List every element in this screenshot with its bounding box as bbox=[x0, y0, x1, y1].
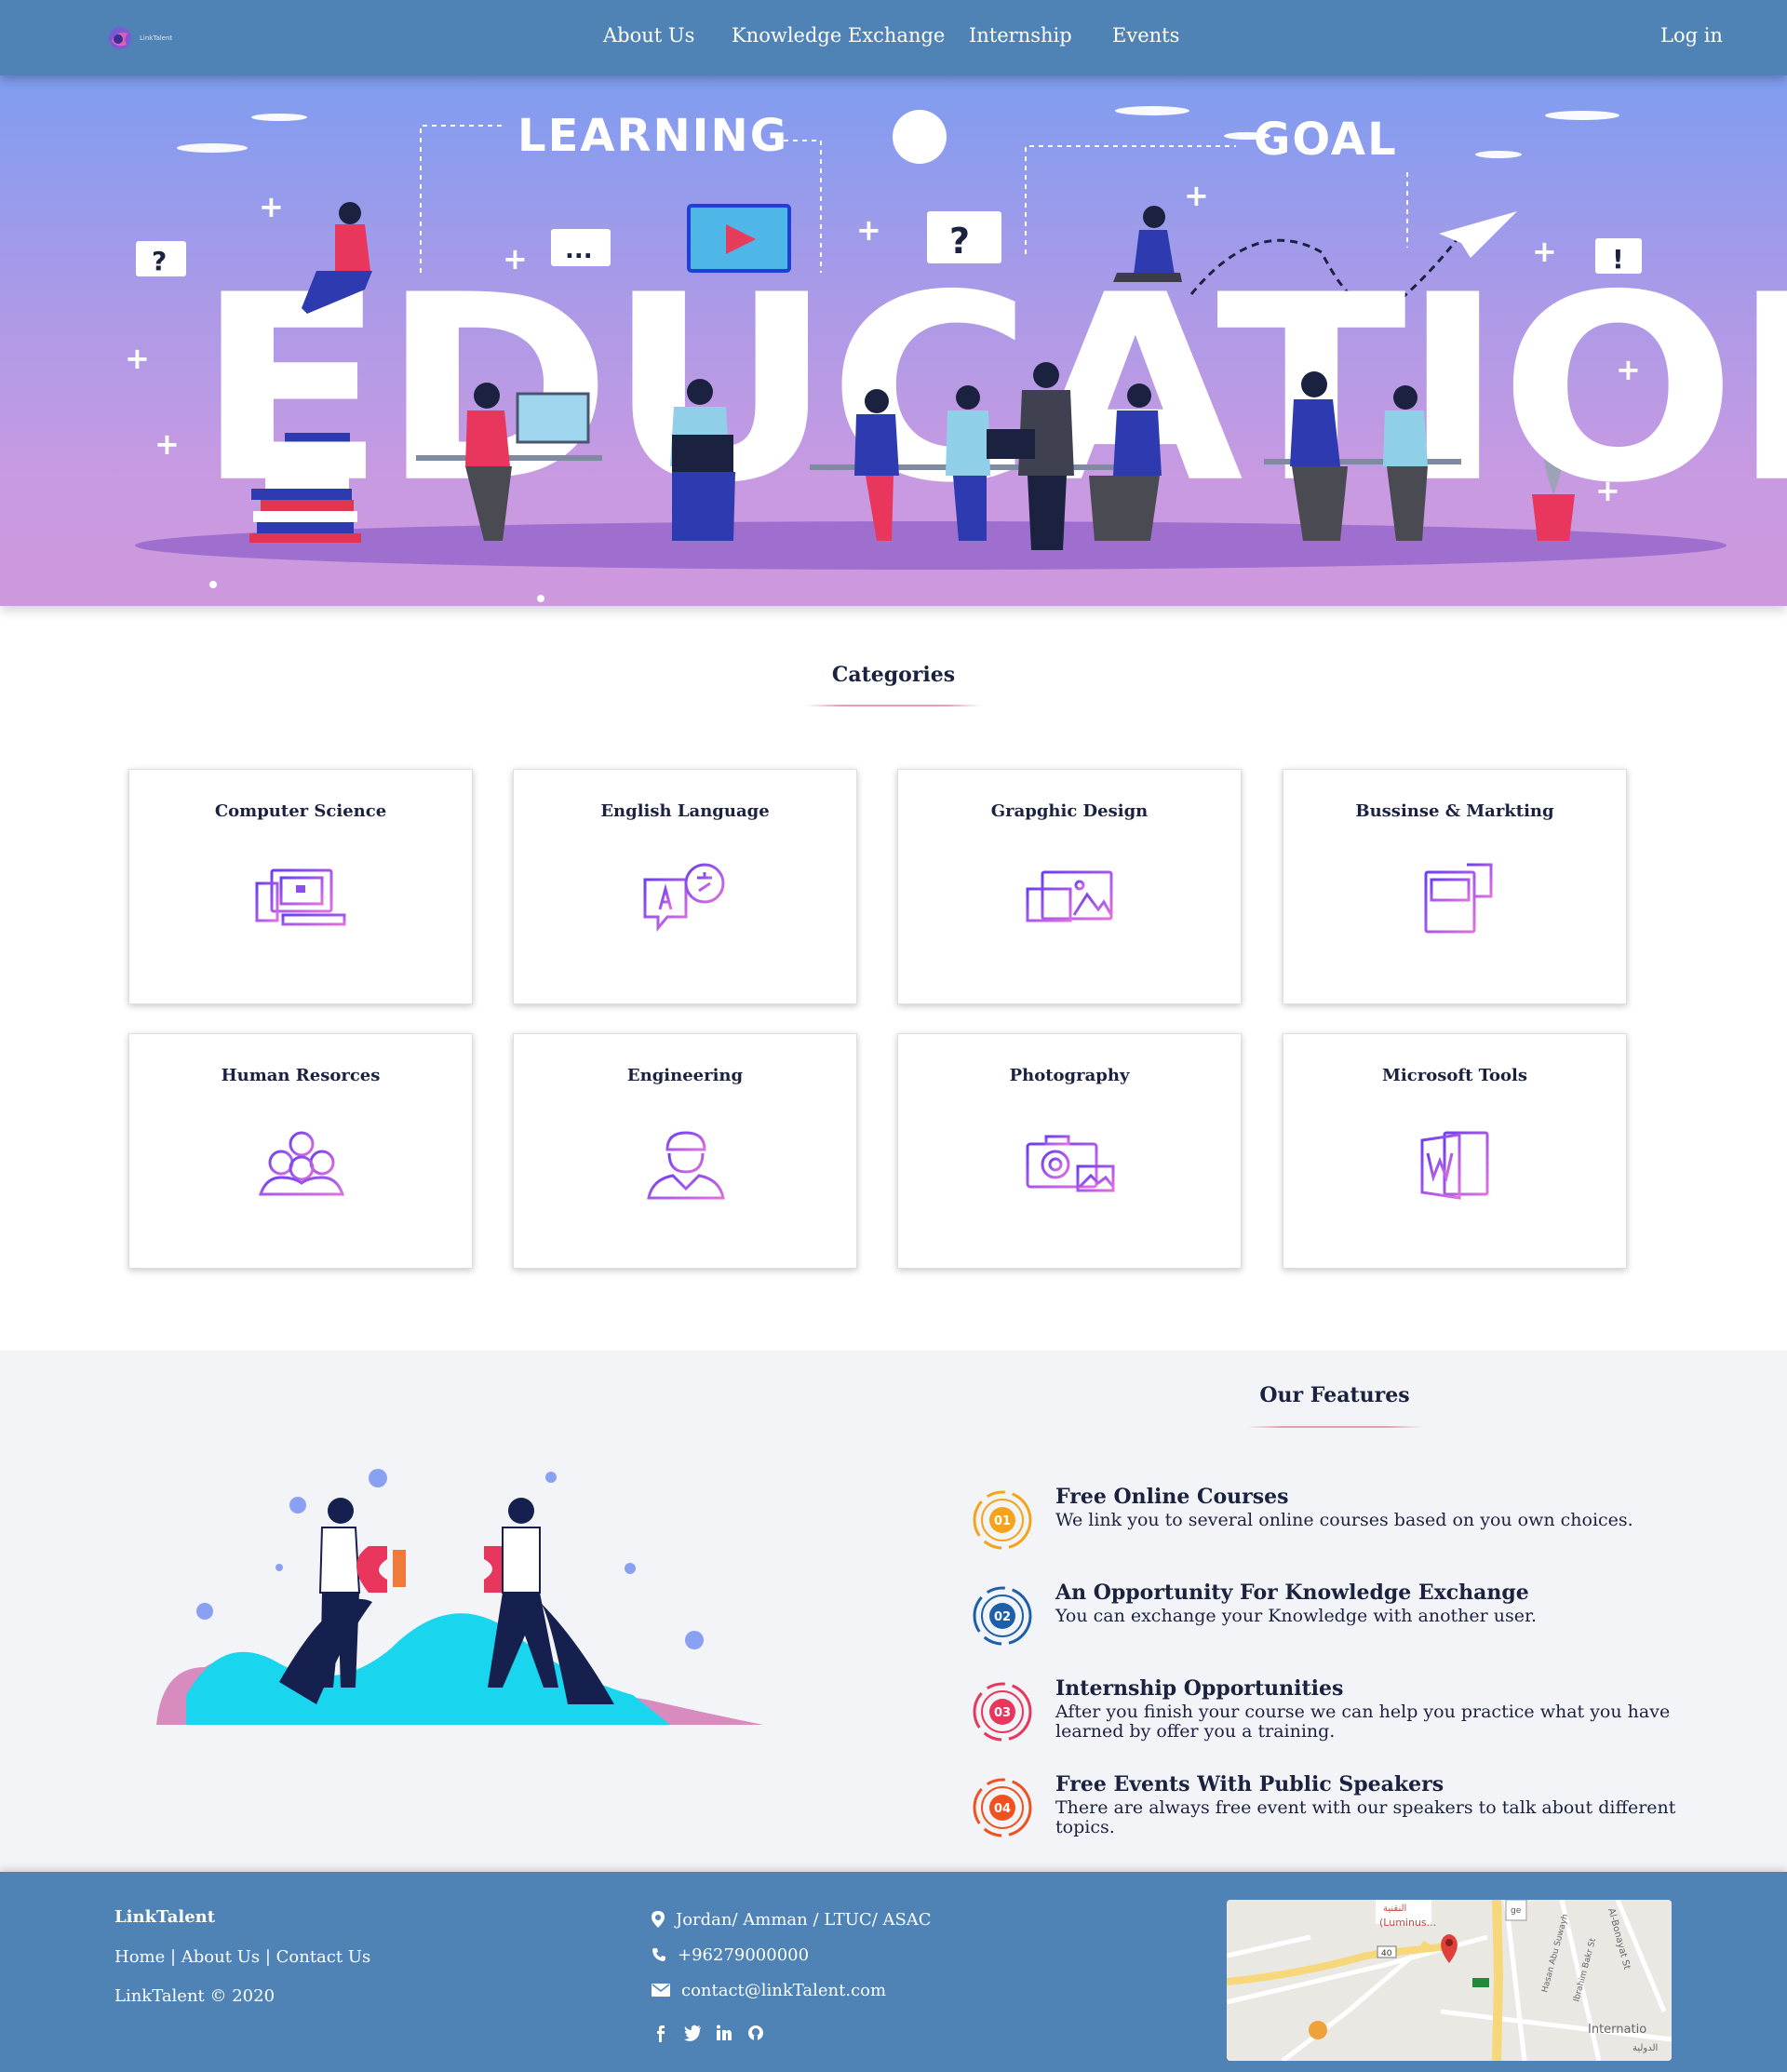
facebook-icon[interactable] bbox=[652, 2024, 670, 2042]
contact-address-text: Jordan/ Amman / LTUC/ ASAC bbox=[676, 1909, 932, 1930]
feature-number-badge: 01 bbox=[973, 1490, 1032, 1550]
footer-link-home[interactable]: Home bbox=[114, 1947, 165, 1967]
svg-text:الدولية: الدولية bbox=[1632, 2043, 1658, 2053]
footer: LinkTalent Home | About Us | Contact Us … bbox=[0, 1872, 1787, 2072]
categories-underline bbox=[805, 705, 982, 706]
hero-banner: + + + + + + + + + ? ... ? ! EDUCATION LE… bbox=[0, 75, 1787, 606]
category-card-english-language[interactable]: English Language bbox=[513, 769, 857, 1004]
category-card-microsoft-tools[interactable]: Microsoft Tools bbox=[1283, 1033, 1627, 1269]
envelope-icon bbox=[652, 1984, 670, 1997]
footer-copyright: LinkTalent © 2020 bbox=[114, 1986, 275, 2006]
feature-text: After you finish your course we can help… bbox=[1055, 1702, 1671, 1742]
footer-separator: | bbox=[260, 1947, 276, 1967]
category-card-graphic-design[interactable]: Grapghic Design bbox=[897, 769, 1242, 1004]
people-group-icon bbox=[258, 1131, 345, 1196]
svg-text:(Luminus...: (Luminus... bbox=[1379, 1917, 1436, 1929]
features-underline bbox=[1246, 1426, 1423, 1428]
feature-title: Free Online Courses bbox=[1055, 1485, 1289, 1509]
location-pin-icon bbox=[652, 1911, 665, 1928]
category-card-human-resources[interactable]: Human Resorces bbox=[128, 1033, 473, 1269]
svg-text:النقنية: النقنية bbox=[1383, 1904, 1406, 1914]
github-icon[interactable] bbox=[746, 2024, 765, 2042]
map-graphic: ge النقنية (Luminus... 40 Internatio الد… bbox=[1227, 1900, 1672, 2061]
engineer-icon bbox=[647, 1131, 725, 1200]
footer-separator: | bbox=[165, 1947, 181, 1967]
category-title: Grapghic Design bbox=[990, 801, 1149, 821]
footer-links: Home | About Us | Contact Us bbox=[114, 1947, 370, 1967]
graphic-design-icon bbox=[1026, 870, 1113, 922]
camera-icon bbox=[1026, 1135, 1115, 1192]
social-links bbox=[652, 2024, 765, 2042]
contact-email: contact@linkTalent.com bbox=[652, 1979, 886, 2001]
category-title: Computer Science bbox=[214, 801, 387, 821]
feature-title: An Opportunity For Knowledge Exchange bbox=[1055, 1581, 1529, 1605]
feature-number-badge: 02 bbox=[973, 1586, 1032, 1646]
feature-number-badge: 03 bbox=[973, 1682, 1032, 1742]
navbar: LinkTalent About Us Knowledge Exchange I… bbox=[0, 0, 1787, 75]
feature-number-badge: 04 bbox=[973, 1778, 1032, 1837]
feature-text: You can exchange your Knowledge with ano… bbox=[1055, 1606, 1538, 1626]
linkedin-icon[interactable] bbox=[715, 2024, 733, 2042]
hero-people bbox=[209, 202, 1461, 602]
contact-phone: +96279000000 bbox=[652, 1944, 809, 1966]
nav-events[interactable]: Events bbox=[1112, 24, 1179, 47]
svg-text:04: 04 bbox=[994, 1802, 1011, 1816]
category-card-computer-science[interactable]: Computer Science bbox=[128, 769, 473, 1004]
svg-text:03: 03 bbox=[994, 1706, 1011, 1720]
category-title: Engineering bbox=[626, 1066, 744, 1085]
footer-brand: LinkTalent bbox=[114, 1907, 216, 1927]
category-title: Microsoft Tools bbox=[1382, 1066, 1527, 1085]
hero-learning-word: LEARNING bbox=[517, 110, 789, 162]
computer-icon bbox=[255, 868, 346, 926]
nav-about-us[interactable]: About Us bbox=[603, 24, 694, 47]
svg-text:40: 40 bbox=[1381, 1949, 1392, 1958]
feature-title: Free Events With Public Speakers bbox=[1055, 1772, 1444, 1796]
svg-text:Internatio: Internatio bbox=[1588, 2023, 1646, 2037]
footer-link-contact[interactable]: Contact Us bbox=[276, 1947, 371, 1967]
twitter-icon[interactable] bbox=[683, 2024, 702, 2042]
category-title: Bussinse & Markting bbox=[1355, 801, 1554, 821]
nav-knowledge-exchange[interactable]: Knowledge Exchange bbox=[732, 24, 945, 47]
svg-text:01: 01 bbox=[994, 1514, 1011, 1528]
category-title: English Language bbox=[600, 801, 770, 821]
word-document-icon bbox=[1420, 1131, 1489, 1200]
category-title: Human Resorces bbox=[221, 1066, 381, 1085]
svg-text:02: 02 bbox=[994, 1610, 1011, 1624]
feature-title: Internship Opportunities bbox=[1055, 1676, 1344, 1701]
categories-title: Categories bbox=[831, 663, 956, 687]
language-icon bbox=[643, 863, 725, 933]
features-title: Our Features bbox=[1259, 1383, 1410, 1407]
business-document-icon bbox=[1424, 863, 1493, 934]
category-title: Photography bbox=[1009, 1066, 1130, 1085]
nav-internship[interactable]: Internship bbox=[969, 24, 1072, 47]
footer-link-about[interactable]: About Us bbox=[181, 1947, 260, 1967]
logo[interactable]: LinkTalent bbox=[106, 21, 190, 55]
features-section: Our Features 01 Free Online Courses We l… bbox=[0, 1351, 1787, 1872]
category-card-engineering[interactable]: Engineering bbox=[513, 1033, 857, 1269]
logo-icon bbox=[109, 27, 131, 49]
category-card-photography[interactable]: Photography bbox=[897, 1033, 1242, 1269]
svg-text:ge: ge bbox=[1511, 1906, 1522, 1916]
location-map[interactable]: ge النقنية (Luminus... 40 Internatio الد… bbox=[1227, 1900, 1672, 2061]
contact-address: Jordan/ Amman / LTUC/ ASAC bbox=[652, 1908, 932, 1931]
feature-text: There are always free event with our spe… bbox=[1055, 1797, 1676, 1837]
phone-icon bbox=[652, 1948, 665, 1961]
login-link[interactable]: Log in bbox=[1660, 24, 1723, 47]
contact-email-text[interactable]: contact@linkTalent.com bbox=[681, 1981, 886, 2000]
logo-text: LinkTalent bbox=[140, 34, 173, 42]
category-card-business-marketing[interactable]: Bussinse & Markting bbox=[1283, 769, 1627, 1004]
features-illustration bbox=[156, 1469, 763, 1725]
feature-text: We link you to several online courses ba… bbox=[1055, 1510, 1633, 1530]
hero-goal-word: GOAL bbox=[1254, 114, 1398, 166]
contact-phone-text: +96279000000 bbox=[678, 1944, 810, 1965]
